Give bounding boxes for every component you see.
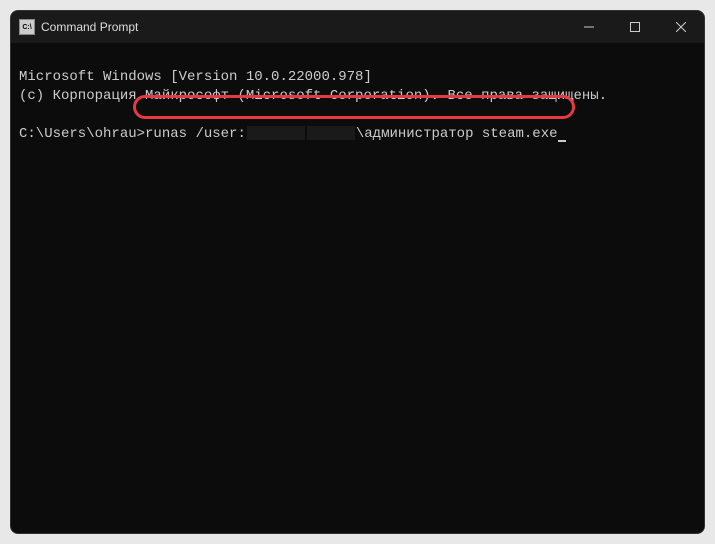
command-prompt-window: C:\ Command Prompt Microsoft Windows [Ve… bbox=[10, 10, 705, 534]
redacted-text bbox=[307, 126, 355, 140]
maximize-button[interactable] bbox=[612, 11, 658, 43]
terminal-output-line: Microsoft Windows [Version 10.0.22000.97… bbox=[19, 68, 696, 87]
terminal-command-line: C:\Users\ohrau>runas /user: \администрато… bbox=[19, 125, 696, 144]
terminal-prompt: C:\Users\ohrau> bbox=[19, 126, 145, 142]
maximize-icon bbox=[630, 22, 640, 32]
titlebar[interactable]: C:\ Command Prompt bbox=[11, 11, 704, 43]
terminal-output-line: (c) Корпорация Майкрософт (Microsoft Cor… bbox=[19, 87, 696, 106]
close-icon bbox=[676, 22, 686, 32]
close-button[interactable] bbox=[658, 11, 704, 43]
terminal-area[interactable]: Microsoft Windows [Version 10.0.22000.97… bbox=[11, 43, 704, 533]
redacted-text bbox=[247, 126, 305, 140]
terminal-blank-line bbox=[19, 106, 696, 125]
minimize-button[interactable] bbox=[566, 11, 612, 43]
titlebar-controls bbox=[566, 11, 704, 43]
terminal-command-part: runas /user: bbox=[145, 126, 246, 142]
app-icon: C:\ bbox=[19, 19, 35, 35]
window-title: Command Prompt bbox=[41, 20, 138, 34]
text-cursor bbox=[558, 140, 566, 142]
titlebar-left: C:\ Command Prompt bbox=[19, 19, 138, 35]
minimize-icon bbox=[584, 22, 594, 32]
terminal-command-part: \администратор steam.exe bbox=[356, 126, 558, 142]
